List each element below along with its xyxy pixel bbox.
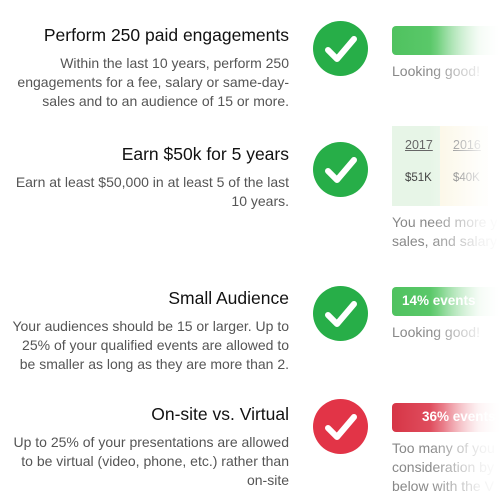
checkmark-icon <box>325 301 357 327</box>
checkmark-icon <box>325 36 357 62</box>
status-panel: 14% events Looking good! <box>392 287 500 342</box>
requirement-text: On-site vs. Virtual Up to 25% of your pr… <box>0 403 290 490</box>
requirement-text: Perform 250 paid engagements Within the … <box>9 24 289 111</box>
requirement-description: Earn at least $50,000 in at least 5 of t… <box>15 174 289 209</box>
status-message-line: sales, and salary <box>392 233 498 249</box>
status-panel: 36% events Too many of you consideration… <box>392 403 500 496</box>
progress-bar: 36% events <box>392 403 500 432</box>
check-badge <box>313 286 368 341</box>
year-amount: $51K <box>405 172 432 184</box>
status-message-line: Too many of you <box>392 440 495 456</box>
progress-bar <box>392 26 500 55</box>
requirement-title: Perform 250 paid engagements <box>43 25 289 45</box>
checkmark-icon <box>325 157 357 183</box>
requirement-description: Within the last 10 years, perform 250 en… <box>17 55 289 109</box>
check-badge <box>313 21 368 76</box>
status-message: Looking good! <box>392 324 480 340</box>
year-link[interactable]: 2016 <box>453 138 488 152</box>
status-message: Too many of you consideration by below w… <box>392 439 500 496</box>
year-amount: $40K <box>453 172 480 184</box>
requirement-text: Earn $50k for 5 years Earn at least $50,… <box>9 143 289 211</box>
year-cell[interactable]: 2017 $51K <box>392 126 440 206</box>
checkmark-icon <box>325 414 357 440</box>
requirement-title: Small Audience <box>168 288 289 308</box>
year-cell[interactable]: 2016 $40K <box>440 126 488 206</box>
yearly-earnings: 2017 $51K 2016 $40K <box>392 126 500 206</box>
requirement-title: Earn $50k for 5 years <box>121 144 289 164</box>
status-message-line: consideration by <box>392 459 494 475</box>
status-message: You need more y sales, and salary <box>392 213 500 251</box>
status-panel: Looking good! <box>392 26 500 81</box>
requirement-description: Your audiences should be 15 or larger. U… <box>12 318 289 372</box>
requirement-text: Small Audience Your audiences should be … <box>9 287 289 374</box>
status-panel: 2017 $51K 2016 $40K You need more y sale… <box>392 126 500 251</box>
progress-label: 14% events <box>402 293 476 308</box>
requirement-description: Up to 25% of your presentations are allo… <box>13 434 290 488</box>
check-badge <box>313 399 368 454</box>
check-badge <box>313 142 368 197</box>
status-message: Looking good! <box>392 63 480 79</box>
year-link[interactable]: 2017 <box>405 138 440 152</box>
status-message-line: You need more y <box>392 214 498 230</box>
requirement-title: On-site vs. Virtual <box>151 404 289 424</box>
progress-bar: 14% events <box>392 287 500 316</box>
progress-label: 36% events <box>422 409 496 424</box>
status-message-line: below with the V <box>392 478 494 494</box>
